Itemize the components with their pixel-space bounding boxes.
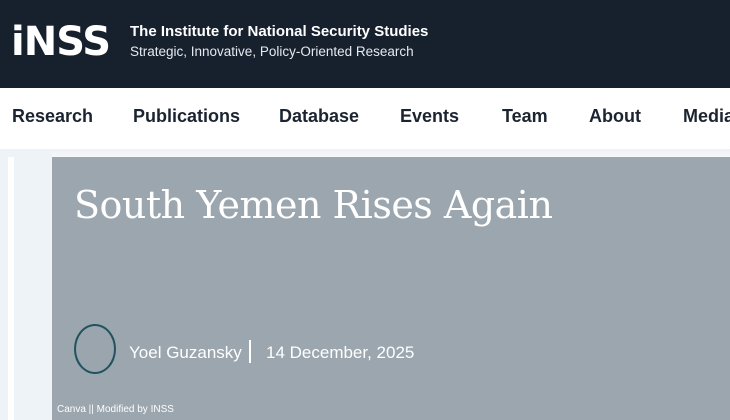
- article-title: South Yemen Rises Again: [74, 183, 553, 227]
- inss-logo[interactable]: iNSS: [11, 22, 111, 62]
- author-avatar[interactable]: [74, 324, 116, 374]
- nav-item-research[interactable]: Research: [12, 106, 93, 127]
- nav-item-database[interactable]: Database: [279, 106, 359, 127]
- left-divider: [8, 157, 14, 420]
- nav-item-team[interactable]: Team: [502, 106, 548, 127]
- org-name: The Institute for National Security Stud…: [130, 23, 429, 40]
- nav-shadow-band: [0, 149, 730, 157]
- author-name[interactable]: Yoel Guzansky: [129, 343, 242, 363]
- main-nav: Research Publications Database Events Te…: [0, 88, 730, 149]
- nav-item-publications[interactable]: Publications: [133, 106, 240, 127]
- nav-item-about[interactable]: About: [589, 106, 641, 127]
- image-credit: Canva || Modified by INSS: [57, 404, 174, 415]
- meta-separator: [249, 340, 251, 363]
- article-hero: South Yemen Rises Again Yoel Guzansky 14…: [52, 157, 730, 420]
- nav-item-events[interactable]: Events: [400, 106, 459, 127]
- org-tagline: Strategic, Innovative, Policy-Oriented R…: [130, 44, 414, 59]
- site-header: iNSS The Institute for National Security…: [0, 0, 730, 88]
- publish-date: 14 December, 2025: [266, 343, 415, 362]
- nav-item-media[interactable]: Media: [683, 106, 730, 127]
